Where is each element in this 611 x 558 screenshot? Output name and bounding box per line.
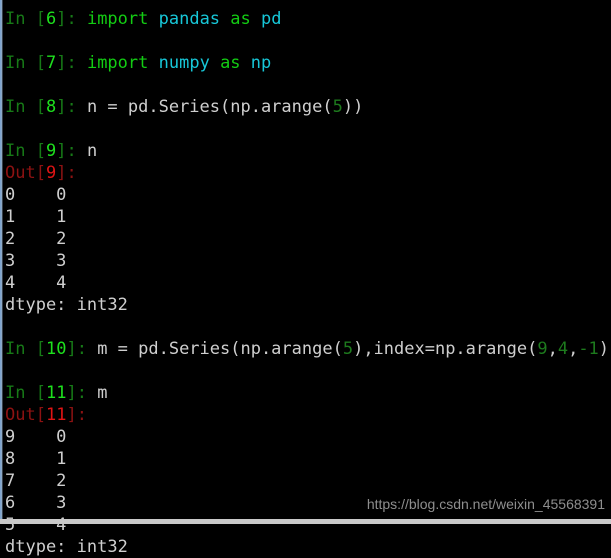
- out-prompt-line[interactable]: Out[11]:: [5, 404, 611, 426]
- prompt-bracket-close: ]: [56, 9, 67, 29]
- prompt-colon: :: [66, 53, 87, 73]
- code-token-6: np: [250, 53, 272, 73]
- prompt-bracket-close: ]: [56, 53, 67, 73]
- prompt-number: 9: [45, 141, 57, 161]
- code-token-6: pd: [261, 9, 282, 29]
- code-token-5: [251, 9, 261, 29]
- code-token-1: [148, 9, 158, 29]
- code-token-4: as: [230, 9, 251, 29]
- in-prompt-line[interactable]: In [10]: m = pd.Series(np.arange(5),inde…: [5, 338, 611, 360]
- prompt-colon: :: [66, 9, 87, 29]
- prompt-colon: :: [76, 339, 98, 359]
- prompt-number: 11: [45, 383, 67, 403]
- prompt-label: Out: [5, 405, 36, 425]
- code-token-4: as: [220, 53, 241, 73]
- prompt-number: 11: [45, 405, 67, 425]
- prompt-number: 6: [45, 9, 57, 29]
- prompt-bracket-close: ]: [56, 141, 67, 161]
- prompt-number: 8: [45, 97, 57, 117]
- prompt-bracket-close: ]: [66, 339, 77, 359]
- prompt-bracket-close: ]: [56, 163, 67, 183]
- result-row: 1 1: [5, 207, 67, 227]
- result-row: 5 4: [5, 515, 67, 535]
- code-token-0: import: [86, 53, 149, 73]
- code-token-2: ),index=np.arange(: [353, 339, 538, 359]
- prompt-label: In: [5, 97, 36, 117]
- watermark-text: https://blog.csdn.net/weixin_45568391: [366, 496, 605, 512]
- code-token-0: n: [86, 141, 98, 161]
- result-row: 7 2: [5, 471, 67, 491]
- in-prompt-line[interactable]: In [9]: n: [5, 140, 611, 162]
- prompt-colon: :: [66, 141, 87, 161]
- result-row: 8 1: [5, 449, 67, 469]
- prompt-label: In: [5, 383, 36, 403]
- in-prompt-line[interactable]: In [8]: n = pd.Series(np.arange(5)): [5, 96, 611, 118]
- result-row: 9 0: [5, 427, 67, 447]
- in-prompt-line[interactable]: In [6]: import pandas as pd: [5, 8, 611, 30]
- result-row: 4 4: [5, 273, 67, 293]
- prompt-label: In: [5, 339, 36, 359]
- prompt-number: 10: [45, 339, 67, 359]
- code-token-3: [210, 53, 220, 73]
- code-token-2: pandas: [158, 9, 221, 29]
- code-token-3: [220, 9, 230, 29]
- prompt-number: 7: [45, 53, 57, 73]
- code-token-1: 5: [342, 339, 354, 359]
- out-prompt-line[interactable]: Out[9]:: [5, 162, 611, 184]
- prompt-label: In: [5, 53, 36, 73]
- prompt-label: Out: [5, 163, 36, 183]
- window-bottom-bar: [0, 519, 611, 524]
- prompt-bracket-close: ]: [66, 383, 77, 403]
- prompt-bracket-close: ]: [56, 97, 67, 117]
- result-dtype-row: dtype: int32: [5, 295, 128, 315]
- code-token-7: -1: [578, 339, 599, 359]
- code-token-5: [241, 53, 251, 73]
- prompt-colon: :: [76, 405, 98, 425]
- code-token-8: )): [598, 339, 611, 359]
- code-token-1: [148, 53, 158, 73]
- code-token-5: 4: [557, 339, 569, 359]
- code-token-3: 9: [537, 339, 548, 359]
- prompt-bracket-open: [: [35, 163, 46, 183]
- prompt-colon: :: [76, 383, 98, 403]
- console-output-stream[interactable]: In [6]: import pandas as pd In [7]: impo…: [5, 8, 611, 558]
- result-dtype-row: dtype: int32: [5, 537, 128, 557]
- code-token-0: n = pd.Series(np.arange(: [86, 97, 333, 117]
- in-prompt-line[interactable]: In [7]: import numpy as np: [5, 52, 611, 74]
- code-token-2: numpy: [158, 53, 210, 73]
- code-token-4: ,: [547, 339, 558, 359]
- code-token-0: import: [86, 9, 149, 29]
- prompt-bracket-open: [: [35, 339, 46, 359]
- prompt-bracket-open: [: [35, 9, 46, 29]
- prompt-bracket-open: [: [35, 53, 46, 73]
- code-token-0: m: [97, 383, 108, 403]
- in-prompt-line[interactable]: In [11]: m: [5, 382, 611, 404]
- code-token-1: 5: [332, 97, 343, 117]
- prompt-colon: :: [66, 97, 87, 117]
- prompt-bracket-close: ]: [66, 405, 77, 425]
- prompt-bracket-open: [: [35, 383, 46, 403]
- prompt-label: In: [5, 9, 36, 29]
- prompt-bracket-open: [: [35, 141, 46, 161]
- result-row: 3 3: [5, 251, 67, 271]
- window-left-rail: [0, 0, 3, 519]
- code-token-0: m = pd.Series(np.arange(: [97, 339, 343, 359]
- ipython-console[interactable]: In [6]: import pandas as pd In [7]: impo…: [0, 0, 611, 557]
- prompt-bracket-open: [: [35, 97, 46, 117]
- result-row: 2 2: [5, 229, 67, 249]
- prompt-colon: :: [66, 163, 87, 183]
- prompt-bracket-open: [: [35, 405, 46, 425]
- prompt-number: 9: [45, 163, 57, 183]
- prompt-label: In: [5, 141, 36, 161]
- code-token-6: ,: [568, 339, 579, 359]
- result-row: 0 0: [5, 185, 67, 205]
- code-token-2: )): [342, 97, 364, 117]
